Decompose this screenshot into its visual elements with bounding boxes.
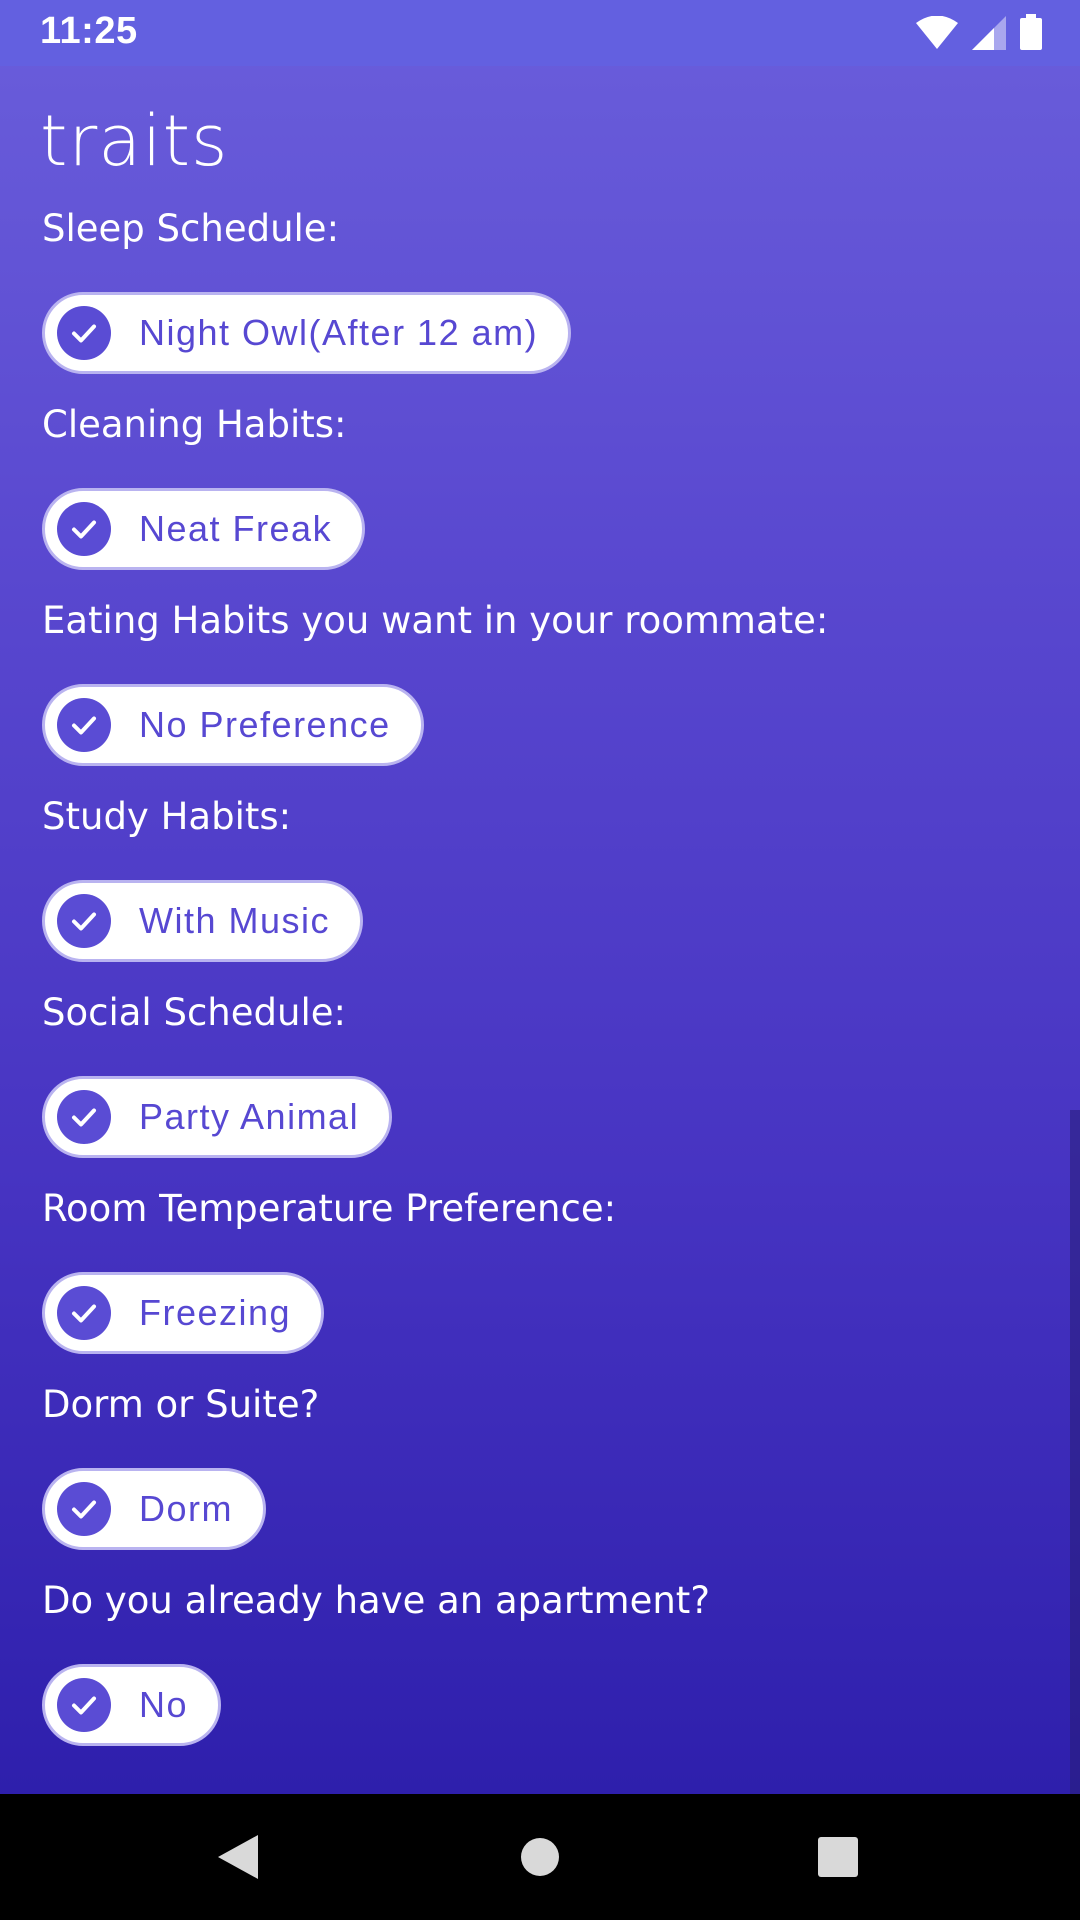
trait-question: Dorm or Suite? <box>42 1383 320 1426</box>
scrollbar[interactable] <box>1070 1110 1080 1794</box>
trait-section: Social Schedule: Party Animal <box>42 990 393 1158</box>
trait-section: Do you already have an apartment? No <box>42 1578 710 1746</box>
trait-question: Sleep Schedule: <box>42 207 340 250</box>
nav-home-button[interactable] <box>480 1794 600 1920</box>
selected-option-chip[interactable]: Party Animal <box>42 1076 393 1158</box>
wifi-icon <box>916 16 958 49</box>
cell-signal-icon <box>972 16 1006 50</box>
check-circle-icon <box>57 1286 111 1340</box>
trait-section: Room Temperature Preference: Freezing <box>42 1186 616 1354</box>
chip-label: Night Owl(After 12 am) <box>139 312 539 353</box>
chip-label: Dorm <box>139 1488 233 1529</box>
selected-option-chip[interactable]: Neat Freak <box>42 488 366 570</box>
navigation-bar <box>0 1794 1080 1920</box>
chip-label: With Music <box>139 900 331 941</box>
check-circle-icon <box>57 1482 111 1536</box>
page-title: traits <box>40 100 229 182</box>
selected-option-chip[interactable]: Freezing <box>42 1272 325 1354</box>
nav-recents-button[interactable] <box>778 1794 898 1920</box>
trait-section: Cleaning Habits: Neat Freak <box>42 402 366 570</box>
back-icon <box>218 1835 258 1879</box>
trait-question: Social Schedule: <box>42 991 346 1034</box>
selected-option-chip[interactable]: No Preference <box>42 684 424 766</box>
chip-label: Freezing <box>139 1292 292 1333</box>
home-icon <box>521 1838 559 1876</box>
check-circle-icon <box>57 502 111 556</box>
battery-icon <box>1020 14 1042 50</box>
check-circle-icon <box>57 698 111 752</box>
selected-option-chip[interactable]: Dorm <box>42 1468 266 1550</box>
trait-section: Study Habits: With Music <box>42 794 364 962</box>
status-icons <box>916 14 1042 50</box>
app-screen: 11:25 traits Sleep Schedule: Night Owl(Af… <box>0 0 1080 1794</box>
chip-label: Party Animal <box>139 1096 360 1137</box>
recents-icon <box>818 1837 858 1877</box>
status-bar: 11:25 <box>0 0 1080 66</box>
selected-option-chip[interactable]: No <box>42 1664 222 1746</box>
trait-question: Room Temperature Preference: <box>42 1187 617 1230</box>
check-circle-icon <box>57 1090 111 1144</box>
selected-option-chip[interactable]: Night Owl(After 12 am) <box>42 292 572 374</box>
trait-section: Sleep Schedule: Night Owl(After 12 am) <box>42 206 572 374</box>
trait-question: Eating Habits you want in your roommate: <box>42 599 829 642</box>
nav-back-button[interactable] <box>178 1794 298 1920</box>
chip-label: No Preference <box>139 704 391 745</box>
trait-question: Study Habits: <box>42 795 292 838</box>
status-time: 11:25 <box>40 10 138 52</box>
check-circle-icon <box>57 306 111 360</box>
trait-section: Eating Habits you want in your roommate:… <box>42 598 828 766</box>
selected-option-chip[interactable]: With Music <box>42 880 364 962</box>
check-circle-icon <box>57 1678 111 1732</box>
trait-question: Do you already have an apartment? <box>42 1579 710 1622</box>
chip-label: Neat Freak <box>139 508 333 549</box>
check-circle-icon <box>57 894 111 948</box>
trait-question: Cleaning Habits: <box>42 403 347 446</box>
trait-section: Dorm or Suite? Dorm <box>42 1382 319 1550</box>
chip-label: No <box>139 1684 189 1725</box>
